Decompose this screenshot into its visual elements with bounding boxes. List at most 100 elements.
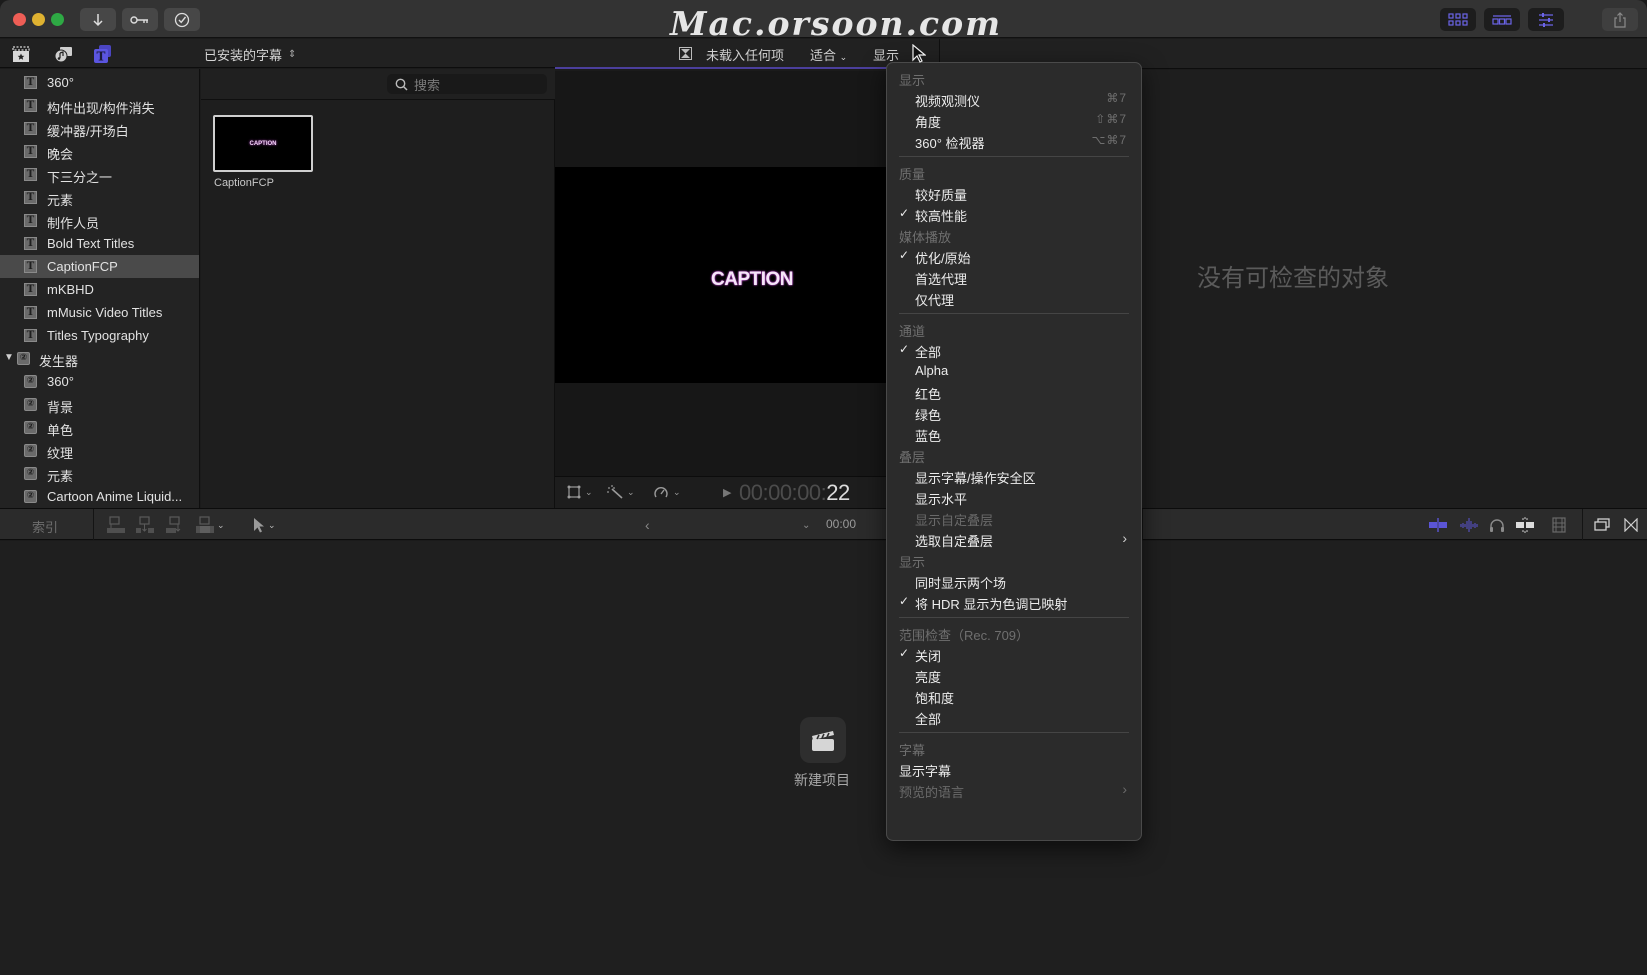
background-tasks-button[interactable] (164, 8, 200, 31)
checkmark-icon: ✓ (899, 248, 910, 262)
sidebar-item[interactable]: T 下三分之一 (0, 163, 199, 186)
sidebar-item[interactable]: ② 单色 (0, 416, 199, 439)
menu-item-label: 角度 (915, 115, 942, 130)
menu-item[interactable]: 360° 检视器 ⌥⌘7 (887, 130, 1141, 152)
menu-item[interactable]: 首选代理 (887, 266, 1141, 288)
play-button[interactable]: ▶ (723, 486, 731, 499)
title-category-icon: T (24, 191, 37, 204)
import-media-button[interactable] (80, 8, 116, 31)
sidebar-item[interactable]: T 缓冲器/开场白 (0, 117, 199, 140)
menu-item[interactable]: ✓ 将 HDR 显示为色调已映射 (887, 591, 1141, 613)
sidebar-item[interactable]: T CaptionFCP (0, 255, 199, 278)
show-timeline-button[interactable] (1484, 8, 1520, 31)
search-input[interactable]: 搜索 (387, 74, 547, 94)
audio-skimming-button[interactable] (1459, 516, 1479, 534)
video-preview[interactable]: CAPTION (555, 167, 887, 383)
menu-item[interactable]: 同时显示两个场 (887, 570, 1141, 592)
menu-item[interactable]: ✓ 优化/原始 (887, 245, 1141, 267)
menu-item-label: 媒体播放 (899, 230, 952, 245)
append-clip-button[interactable] (165, 516, 185, 534)
sidebar-item[interactable]: T Titles Typography (0, 324, 199, 347)
clip-appearance-button[interactable] (1552, 516, 1566, 534)
snapping-icon (1516, 517, 1534, 533)
menu-item[interactable]: 显示字幕 (887, 758, 1141, 780)
timeline-index-window-button[interactable] (1594, 516, 1610, 534)
sidebar-item[interactable]: ② Cartoon Anime Liquid... (0, 485, 199, 508)
video-audio-skimming-button[interactable] (1428, 516, 1448, 534)
menu-item[interactable]: 饱和度 (887, 685, 1141, 707)
menu-item[interactable]: Alpha (887, 360, 1141, 382)
sidebar-item[interactable]: T 制作人员 (0, 209, 199, 232)
sidebar-item[interactable]: ② 元素 (0, 462, 199, 485)
timecode-frame: 22 (826, 480, 850, 505)
index-button[interactable]: 索引 (32, 517, 58, 536)
connect-clip-button[interactable] (106, 516, 126, 534)
sidebar-item[interactable]: ② 背景 (0, 393, 199, 416)
retime-dropdown[interactable]: ⌄ (653, 485, 681, 499)
sidebar-item[interactable]: T Bold Text Titles (0, 232, 199, 255)
show-inspector-button[interactable] (1528, 8, 1564, 31)
menu-item[interactable]: ✓ 较高性能 (887, 203, 1141, 225)
titles-generators-tab[interactable]: T (92, 44, 114, 64)
menu-item[interactable]: 仅代理 (887, 287, 1141, 309)
menu-item[interactable]: 显示字幕/操作安全区 (887, 465, 1141, 487)
zoom-window-button[interactable] (51, 13, 64, 26)
menu-item[interactable]: ✓ 关闭 (887, 643, 1141, 665)
overwrite-clip-dropdown[interactable]: ⌄ (195, 516, 225, 534)
menu-item[interactable]: 视频观测仪 ⌘7 (887, 88, 1141, 110)
sidebar-item[interactable]: ② 纹理 (0, 439, 199, 462)
clip-thumbnail[interactable]: CAPTION (213, 115, 313, 172)
share-button[interactable] (1602, 8, 1638, 31)
menu-item[interactable]: 红色 (887, 381, 1141, 403)
menu-item-label: 较好质量 (915, 188, 968, 203)
fit-zoom-dropdown[interactable]: 适合 ⌄ (810, 45, 847, 64)
transitions-browser-button[interactable] (1624, 516, 1638, 534)
menu-item[interactable]: 显示水平 (887, 486, 1141, 508)
transform-tools-dropdown[interactable]: ⌄ (567, 485, 593, 499)
photos-audio-tab[interactable] (52, 44, 74, 64)
menu-item[interactable]: 全部 (887, 706, 1141, 728)
close-window-button[interactable] (13, 13, 26, 26)
menu-item[interactable]: ✓ 全部 (887, 339, 1141, 361)
append-clip-icon (166, 516, 181, 533)
keywords-button[interactable] (122, 8, 158, 31)
back-arrow-icon[interactable]: ‹ (645, 516, 650, 534)
insert-clip-button[interactable] (135, 516, 155, 534)
sidebar-item[interactable]: ② 360° (0, 370, 199, 393)
libraries-tab[interactable] (10, 44, 32, 64)
mouse-cursor-icon (912, 44, 926, 63)
new-project-button[interactable] (800, 717, 846, 763)
watermark-text: Mac.orsoon.com (670, 4, 1002, 43)
title-category-icon: T (24, 76, 37, 89)
menu-section-header: 媒体播放 (887, 224, 1141, 246)
sidebar-item[interactable]: T 构件出现/构件消失 (0, 94, 199, 117)
menu-item[interactable]: 蓝色 (887, 423, 1141, 445)
menu-item[interactable]: 角度 ⇧⌘7 (887, 109, 1141, 131)
fit-label: 适合 (810, 48, 837, 63)
sidebar-item[interactable]: T 元素 (0, 186, 199, 209)
snapping-button[interactable] (1515, 516, 1535, 534)
sidebar-item[interactable]: TmMusic Video Titles (0, 301, 199, 324)
menu-item[interactable]: 较好质量 (887, 182, 1141, 204)
select-tool-dropdown[interactable]: ⌄ (253, 516, 276, 534)
menu-item[interactable]: 选取自定叠层 › (887, 528, 1141, 550)
chevron-down-icon[interactable]: ⌄ (802, 516, 810, 534)
sidebar-item[interactable]: TmKBHD (0, 278, 199, 301)
menu-item[interactable]: 绿色 (887, 402, 1141, 424)
solo-button[interactable] (1489, 516, 1505, 534)
waveform-icon (1460, 518, 1478, 532)
menu-section-header: 显示 (887, 67, 1141, 89)
checkmark-icon: ✓ (899, 594, 910, 608)
overlapping-windows-icon (1594, 518, 1610, 531)
sidebar-item[interactable]: T 360° (0, 71, 199, 94)
sidebar-item[interactable]: T 晚会 (0, 140, 199, 163)
menu-item[interactable]: 亮度 (887, 664, 1141, 686)
enhancements-dropdown[interactable]: ⌄ (607, 485, 635, 499)
minimize-window-button[interactable] (32, 13, 45, 26)
menu-section-header: 范围检查（Rec. 709） (887, 622, 1141, 644)
sidebar-item-label: Titles Typography (47, 328, 149, 343)
sidebar-group[interactable]: ▼ ② 发生器 (0, 347, 199, 370)
disclosure-triangle-icon[interactable]: ▼ (4, 352, 14, 363)
installed-titles-dropdown[interactable]: 已安装的字幕 ⇕ (204, 45, 296, 64)
show-browser-button[interactable] (1440, 8, 1476, 31)
